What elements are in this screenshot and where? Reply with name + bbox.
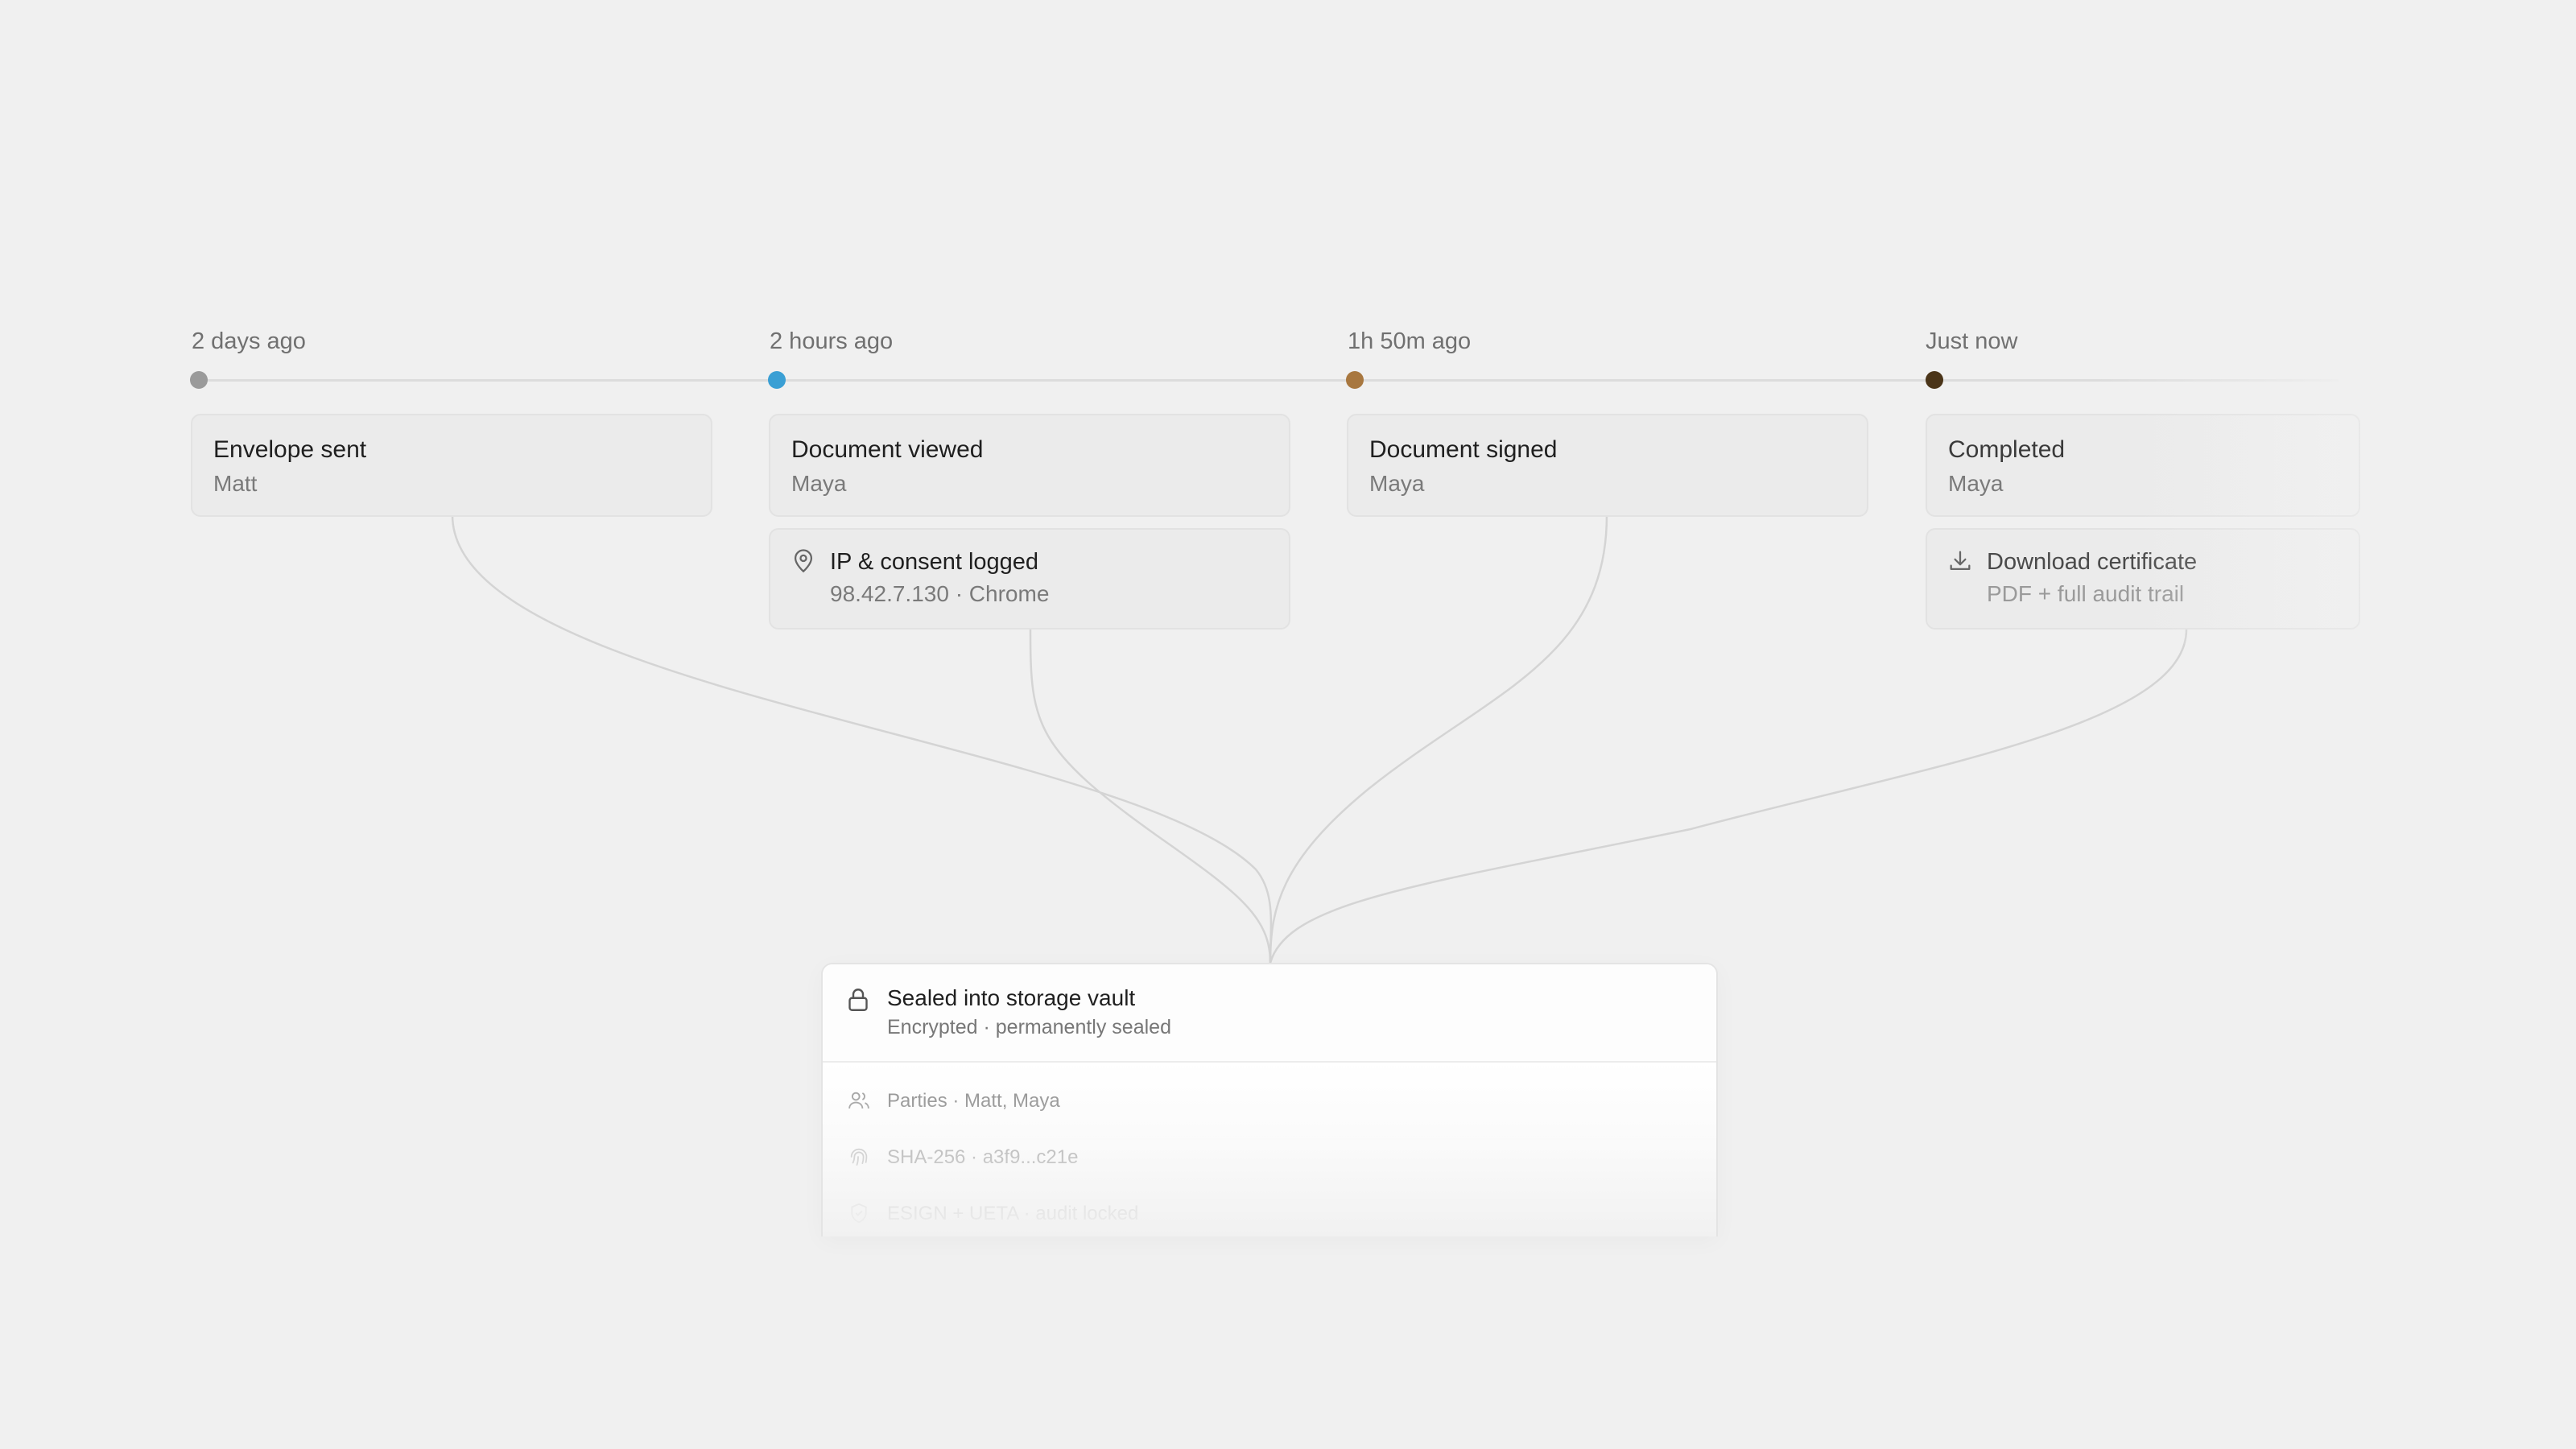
event-card-document-signed[interactable]: Document signed Maya [1347, 414, 1868, 517]
shield-check-icon [851, 1203, 867, 1224]
timeline-dot [190, 371, 208, 389]
vault-row-hash: SHA-256 · a3f9...c21e [887, 1146, 1079, 1168]
detail-sub: PDF + full audit trail [1987, 581, 2185, 606]
download-icon [1950, 551, 1971, 571]
detail-title: IP & consent logged [830, 549, 1039, 575]
storage-vault-card[interactable]: Sealed into storage vault Encrypted · pe… [821, 963, 1718, 1236]
location-pin-icon [794, 549, 813, 573]
event-card-envelope-sent[interactable]: Envelope sent Matt [191, 414, 712, 517]
detail-sub: 98.42.7.130 · Chrome [830, 581, 1050, 606]
vault-header: Sealed into storage vault Encrypted · pe… [823, 964, 1716, 1063]
event-title: Completed [1948, 436, 2066, 463]
event-person: Maya [1369, 471, 1425, 496]
users-icon [848, 1092, 869, 1109]
lock-icon [848, 989, 868, 1011]
event-card-document-viewed[interactable]: Document viewed Maya [769, 414, 1290, 517]
event-person: Maya [1948, 471, 2004, 496]
event-time: 1h 50m ago [1348, 328, 1472, 354]
timeline-dot [1346, 371, 1364, 389]
event-title: Document signed [1369, 436, 1558, 463]
vault-row-parties: Parties · Matt, Maya [887, 1090, 1060, 1112]
timeline-dot [1926, 371, 1943, 389]
vault-title: Sealed into storage vault [887, 985, 1136, 1010]
connector-document-viewed [1029, 629, 1272, 964]
vault-row-compliance: ESIGN + UETA · audit locked [887, 1203, 1139, 1224]
event-time: Just now [1926, 328, 2018, 354]
ip-consent-card[interactable]: IP & consent logged 98.42.7.130 · Chrome [769, 528, 1290, 630]
event-person: Maya [791, 471, 847, 496]
vault-subtitle: Encrypted · permanently sealed [887, 1016, 1171, 1038]
connector-document-signed [1269, 514, 1608, 964]
timeline-track-fade [2093, 375, 2415, 386]
fingerprint-icon [850, 1148, 868, 1166]
detail-title: Download certificate [1987, 549, 2198, 575]
event-title: Envelope sent [213, 436, 367, 463]
event-time: 2 hours ago [770, 328, 894, 354]
event-title: Document viewed [791, 436, 984, 463]
event-person: Matt [213, 471, 258, 496]
event-card-completed[interactable]: Completed Maya [1926, 414, 2360, 517]
timeline-track [197, 379, 2339, 382]
connector-completed [1269, 629, 2188, 964]
download-certificate-card[interactable]: Download certificate PDF + full audit tr… [1926, 528, 2360, 630]
event-time: 2 days ago [192, 328, 306, 354]
timeline-dot [768, 371, 786, 389]
